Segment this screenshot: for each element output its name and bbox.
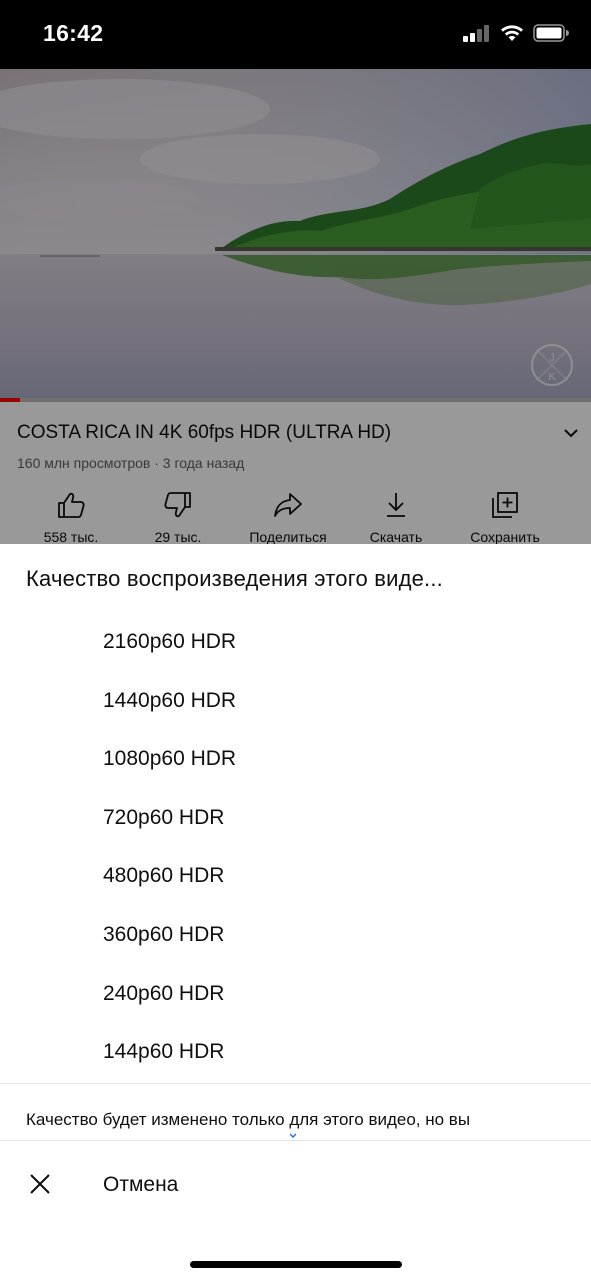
quality-option[interactable]: 480p60 HDR [0,847,591,906]
cellular-signal-icon [463,24,489,42]
quality-option[interactable]: 1440p60 HDR [0,672,591,731]
home-indicator[interactable] [190,1261,402,1268]
quality-option[interactable]: 144p60 HDR [0,1023,591,1082]
modal-scrim[interactable] [0,69,591,544]
quality-option[interactable]: 1080p60 HDR [0,730,591,789]
battery-icon [533,24,569,42]
close-icon [30,1174,50,1194]
wifi-icon [501,25,523,41]
status-time: 16:42 [43,20,104,46]
status-icons [463,24,569,42]
quality-bottom-sheet: Качество воспроизведения этого виде... 2… [0,544,591,1280]
sheet-title: Качество воспроизведения этого виде... [26,566,443,591]
divider [0,1083,591,1084]
quality-option[interactable]: 240p60 HDR [0,965,591,1024]
scroll-indicator-icon [290,1133,296,1139]
status-bar: 16:42 [0,0,591,69]
quality-option[interactable]: 2160p60 HDR [0,613,591,672]
quality-note: Качество будет изменено только для этого… [26,1110,471,1129]
quality-option[interactable]: 720p60 HDR [0,789,591,848]
quality-options-list: 2160p60 HDR 1440p60 HDR 1080p60 HDR 720p… [0,613,591,1082]
cancel-button[interactable]: Отмена [0,1141,591,1231]
cancel-label: Отмена [103,1173,179,1196]
quality-option[interactable]: 360p60 HDR [0,906,591,965]
